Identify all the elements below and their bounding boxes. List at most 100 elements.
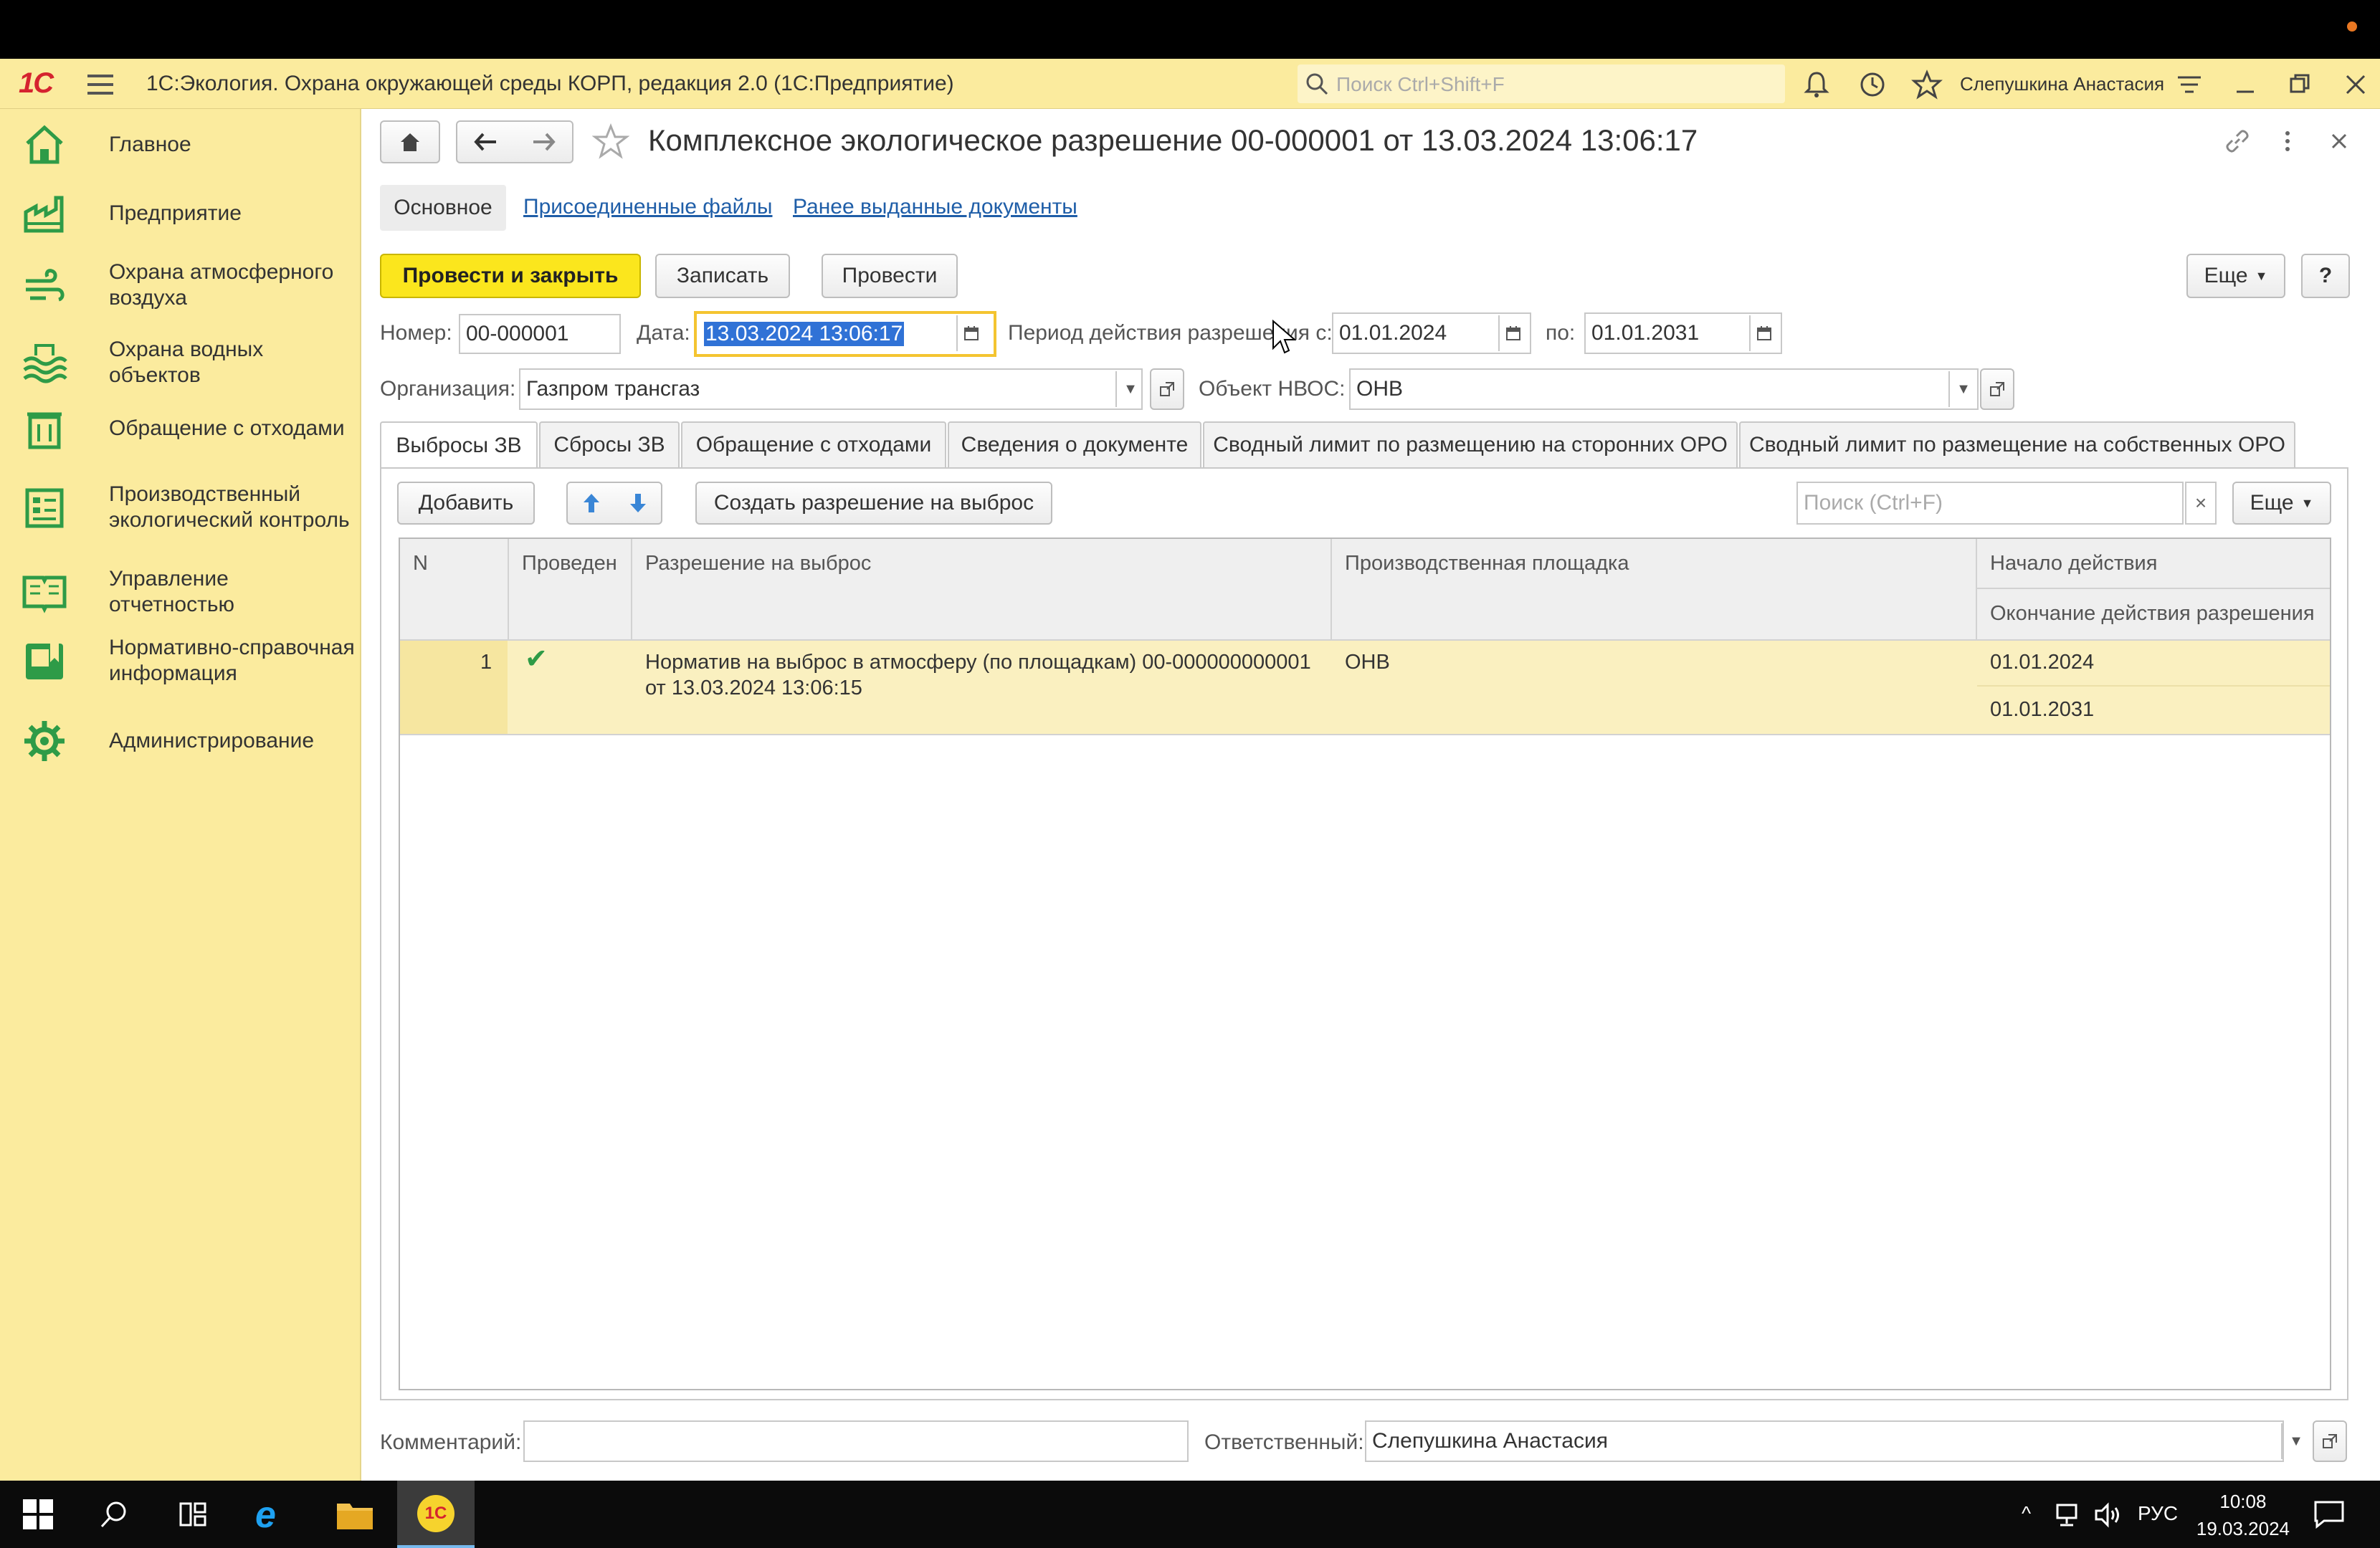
end-date-cell: 01.01.2031 [1990,698,2095,721]
section-link-attached-files[interactable]: Присоединенные файлы [523,195,772,219]
global-search[interactable]: Поиск Ctrl+Shift+F [1298,64,1785,103]
nvos-object-field[interactable]: ОНВ [1349,368,1979,410]
move-row-buttons [566,482,662,525]
row-number: 1 [480,651,492,674]
section-tab-main[interactable]: Основное [380,185,506,231]
organization-field[interactable]: Газпром трансгаз [519,368,1143,410]
tab-discharges[interactable]: Сбросы ЗВ [539,421,680,467]
tab-limit-external-oro[interactable]: Сводный лимит по размещению на сторонних… [1203,421,1738,467]
sidebar-item-label: Охрана атмосферного воздуха [109,260,334,310]
table-row[interactable]: 1 ✔ Норматив на выброс в атмосферу (по п… [400,641,2330,734]
date-calendar-button[interactable] [956,315,985,351]
sidebar-item-water[interactable]: Охрана водных объектов [22,337,358,388]
column-header-n[interactable]: N [413,552,428,575]
current-user[interactable]: Слепушкина Анастасия [1960,73,2164,95]
open-link-icon [1160,382,1174,396]
column-header-posted[interactable]: Проведен [522,552,617,575]
tab-emissions[interactable]: Выбросы ЗВ [380,421,538,469]
move-up-icon[interactable] [581,491,602,515]
tab-limit-own-oro[interactable]: Сводный лимит по размещение на собственн… [1739,421,2295,467]
network-icon[interactable] [2055,1502,2083,1528]
sidebar-item-production-control[interactable]: Производственный экологический контроль [22,482,358,533]
emissions-table: N Проведен Разрешение на выброс Производ… [399,538,2331,1390]
minimize-icon[interactable] [2229,69,2261,100]
settings-lines-icon[interactable] [2174,69,2205,100]
sidebar-item-air[interactable]: Охрана атмосферного воздуха [22,259,358,311]
sidebar-item-reports[interactable]: Управление отчетностью [22,566,358,618]
reference-icon [26,644,63,679]
more-button[interactable]: Еще ▼ [2186,254,2285,298]
close-form-icon[interactable] [2326,128,2353,155]
gear-icon [24,721,65,761]
link-icon[interactable] [2222,126,2252,156]
responsible-field[interactable]: Слепушкина Анастасия [1365,1420,2284,1462]
organization-dropdown-button[interactable]: ▼ [1115,371,1144,407]
nvos-object-open-button[interactable] [1980,368,2014,410]
help-button[interactable]: ? [2301,254,2350,298]
sidebar-item-main[interactable]: Главное [22,122,358,168]
report-icon [22,575,67,613]
taskbar-1c-app[interactable]: 1С [397,1481,475,1548]
volume-icon[interactable] [2093,1502,2123,1528]
search-taskbar-icon[interactable] [99,1499,129,1529]
input-language[interactable]: РУС [2138,1502,2178,1525]
file-explorer-icon[interactable] [335,1498,374,1531]
tab-waste[interactable]: Обращение с отходами [681,421,946,467]
post-and-close-button[interactable]: Провести и закрыть [380,254,641,298]
clear-search-icon[interactable]: × [2185,482,2217,525]
sidebar-item-label: Нормативно-справочная информация [109,636,355,685]
chevron-down-icon: ▼ [2289,1433,2303,1449]
column-header-site[interactable]: Производственная площадка [1345,552,1629,575]
bell-icon[interactable] [1801,69,1832,100]
organization-open-button[interactable] [1150,368,1184,410]
history-icon[interactable] [1857,69,1888,100]
1c-logo: 1C [19,67,54,99]
period-to-calendar-button[interactable] [1749,315,1778,351]
nvos-object-dropdown-button[interactable]: ▼ [1948,371,1977,407]
responsible-dropdown-button[interactable]: ▼ [2281,1423,2310,1459]
create-emission-permit-button[interactable]: Создать разрешение на выброс [695,482,1052,525]
sidebar-item-waste[interactable]: Обращение с отходами [22,406,358,452]
column-header-end[interactable]: Окончание действия разрешения [1990,602,2315,626]
column-header-permit[interactable]: Разрешение на выброс [645,552,871,575]
post-button[interactable]: Провести [822,254,958,298]
hamburger-menu-icon[interactable] [87,75,113,95]
back-arrow-icon[interactable] [473,131,499,153]
sidebar-item-admin[interactable]: Администрирование [22,718,358,764]
factory-icon [24,196,64,233]
tray-chevron-up-icon[interactable]: ^ [2022,1502,2031,1525]
date-field[interactable]: 13.03.2024 13:06:17 [694,311,996,357]
table-more-button[interactable]: Еще ▼ [2232,482,2331,525]
system-clock[interactable]: 10:08 19.03.2024 [2196,1488,2290,1542]
table-search-input[interactable]: Поиск (Ctrl+F) [1796,482,2184,525]
internet-explorer-icon[interactable]: e [255,1495,295,1535]
restore-icon[interactable] [2284,69,2315,100]
column-header-start[interactable]: Начало действия [1990,552,2157,575]
more-vertical-icon[interactable] [2277,126,2298,156]
move-down-icon[interactable] [627,491,649,515]
tab-document-info[interactable]: Сведения о документе [948,421,1201,467]
section-link-previous-documents[interactable]: Ранее выданные документы [793,195,1077,219]
status-dot-icon [2347,22,2357,32]
chevron-down-icon: ▼ [1123,381,1138,397]
clock-date: 19.03.2024 [2196,1518,2290,1539]
number-field[interactable]: 00-000001 [459,314,621,354]
save-button[interactable]: Записать [655,254,790,298]
favorite-star-icon[interactable] [592,123,629,161]
close-window-icon[interactable] [2340,69,2371,100]
sidebar-item-reference[interactable]: Нормативно-справочная информация [22,635,358,687]
calendar-icon [964,326,979,340]
water-icon [23,344,67,383]
notifications-icon[interactable] [2313,1499,2346,1529]
windows-start-icon[interactable] [23,1499,53,1529]
task-view-icon[interactable] [178,1499,208,1529]
app-title: 1С:Экология. Охрана окружающей среды КОР… [146,72,954,95]
responsible-open-button[interactable] [2313,1420,2347,1462]
comment-field[interactable] [523,1420,1189,1462]
add-row-button[interactable]: Добавить [397,482,535,525]
favorites-star-icon[interactable] [1911,69,1943,100]
forward-arrow-icon[interactable] [530,131,556,153]
home-button[interactable] [380,120,440,163]
sidebar-item-enterprise[interactable]: Предприятие [22,191,358,236]
period-from-calendar-button[interactable] [1498,315,1527,351]
